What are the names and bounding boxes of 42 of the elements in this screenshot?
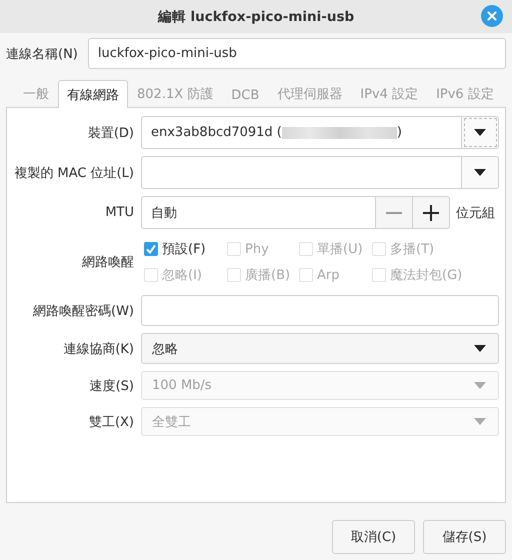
caret-icon <box>474 129 486 136</box>
field-value: enx3ab8bcd7091d ( <box>151 125 282 140</box>
field-label: 複製的 MAC 位址(L) <box>13 164 135 182</box>
check-icon <box>145 243 157 255</box>
minus-icon <box>386 212 402 214</box>
caret-icon <box>474 169 486 176</box>
mtu-field[interactable]: 自動 <box>141 196 376 229</box>
dropdown[interactable]: 忽略 <box>141 333 499 364</box>
dialog-button[interactable]: 取消(C) <box>332 520 415 554</box>
field-label: 連線協商(K) <box>62 340 135 358</box>
close-button[interactable] <box>481 5 503 27</box>
checkbox[interactable]: 預設(F) <box>144 240 227 258</box>
window-title: 編輯 luckfox-pico-mini-usb <box>158 8 354 26</box>
close-icon <box>487 11 497 21</box>
caret-icon <box>474 345 486 352</box>
tab[interactable]: 802.1X 防護 <box>128 79 222 107</box>
plus-icon <box>423 204 439 220</box>
dropdown-button[interactable] <box>462 116 499 149</box>
input-field[interactable]: enx3ab8bcd7091d ( ) <box>141 116 462 149</box>
unit-label: 位元組 <box>456 204 495 222</box>
caret-icon <box>474 418 486 425</box>
tab[interactable]: IPv4 設定 <box>351 79 428 107</box>
tab[interactable]: 代理伺服器 <box>268 79 352 107</box>
dropdown-button[interactable] <box>462 156 499 189</box>
field-label: 速度(S) <box>88 378 135 394</box>
input-field[interactable] <box>141 156 462 189</box>
password-field[interactable] <box>141 295 499 326</box>
tab[interactable]: IPv6 設定 <box>427 79 503 107</box>
field-label: MTU <box>104 205 135 220</box>
connection-name-field[interactable]: luckfox-pico-mini-usb <box>88 38 506 69</box>
tab[interactable]: 有線網路 <box>58 80 128 108</box>
field-value: ) <box>396 125 402 140</box>
field-label: 雙工(X) <box>88 414 135 430</box>
field-label: 裝置(D) <box>86 124 135 142</box>
field-label: 網路喚醒 <box>81 254 135 271</box>
increment-button[interactable] <box>413 196 450 229</box>
connection-name-label: 連線名稱(N) <box>6 46 78 62</box>
tab[interactable]: DCB <box>222 82 268 107</box>
field-label: 網路喚醒密碼(W) <box>32 302 135 320</box>
tab[interactable]: 一般 <box>14 79 58 107</box>
caret-icon <box>474 382 486 389</box>
dialog-button[interactable]: 儲存(S) <box>423 520 506 554</box>
